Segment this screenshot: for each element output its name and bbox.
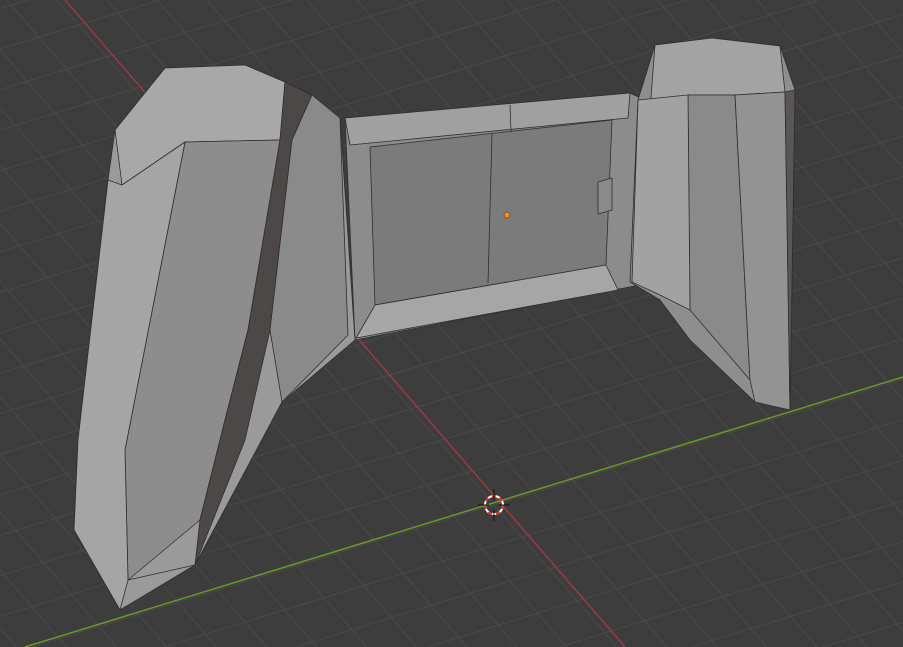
grid-line	[163, 419, 903, 647]
grid-line	[0, 0, 29, 10]
grid-line	[822, 621, 903, 647]
grid-line	[0, 0, 160, 50]
grid-line	[295, 459, 903, 647]
grid-line	[0, 569, 67, 647]
grid-line	[427, 500, 903, 647]
object-origin	[503, 211, 511, 219]
left-grip[interactable]	[73, 64, 356, 611]
grid-line	[806, 0, 903, 111]
controller-mesh[interactable]	[73, 37, 796, 611]
right-grip[interactable]	[629, 37, 796, 411]
center-frame[interactable]	[344, 92, 646, 341]
grid-line	[690, 581, 903, 647]
grid-line	[0, 627, 17, 647]
viewport-canvas[interactable]	[0, 0, 903, 647]
3d-viewport[interactable]	[0, 0, 903, 647]
